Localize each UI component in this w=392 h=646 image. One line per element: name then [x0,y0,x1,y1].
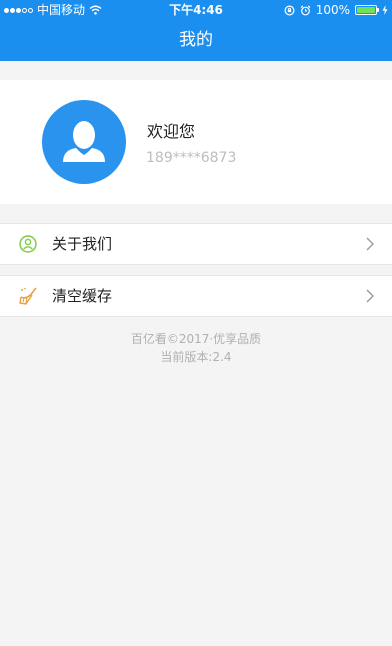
battery-percent: 100% [315,3,350,17]
person-circle-icon [19,235,37,253]
chevron-right-icon [366,289,374,303]
status-right: 100% [284,0,388,20]
menu-item-label: 清空缓存 [52,287,113,305]
charging-bolt-icon [382,5,388,15]
nav-bar: 我的 [0,20,392,61]
welcome-text: 欢迎您 [147,122,196,141]
version-text: 当前版本:2.4 [160,350,232,364]
battery-icon [355,5,379,15]
phone-number: 189****6873 [146,150,237,166]
menu-item-clear-cache[interactable]: 清空缓存 [0,275,392,317]
menu-item-label: 关于我们 [52,235,113,253]
page-title: 我的 [179,30,213,50]
orientation-lock-icon [284,4,295,16]
user-silhouette-icon [63,121,105,162]
footer: 百亿看©2017·优享品质 当前版本:2.4 [0,330,392,366]
alarm-icon [300,5,311,15]
chevron-right-icon [366,237,374,251]
status-bar: 中国移动 下午4:46 100% [0,0,392,20]
profile-card[interactable]: 欢迎您 189****6873 [0,80,392,204]
menu-item-about-us[interactable]: 关于我们 [0,223,392,265]
copyright-text: 百亿看©2017·优享品质 [130,332,262,346]
avatar[interactable] [42,100,126,184]
broom-icon [19,287,37,305]
